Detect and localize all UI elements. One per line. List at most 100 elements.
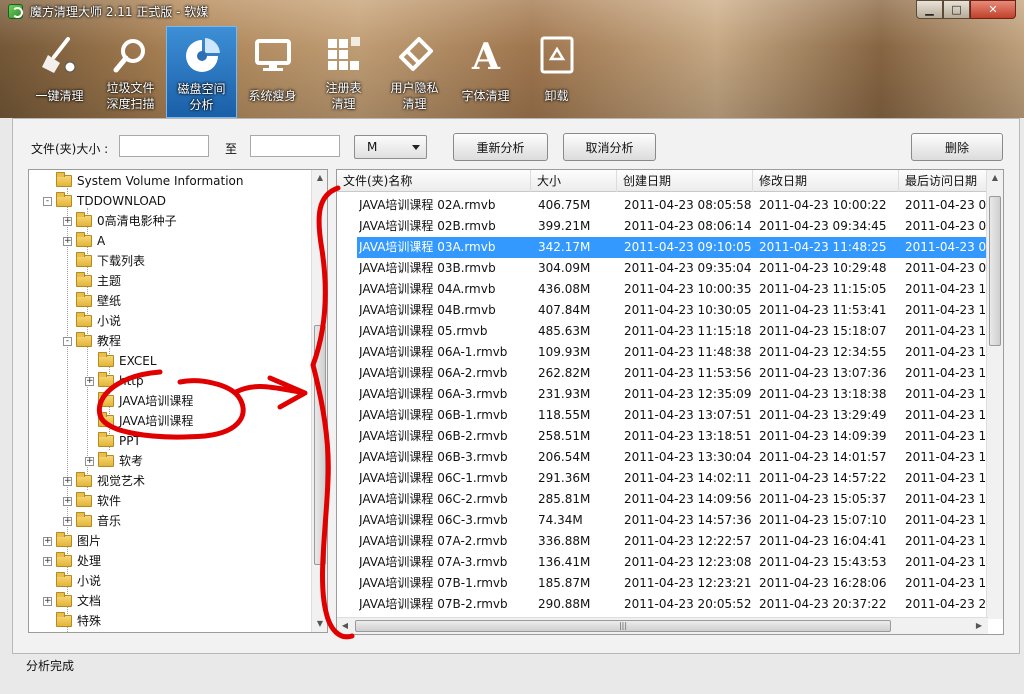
maximize-button[interactable]: □ bbox=[943, 0, 970, 19]
file-list[interactable]: 文件(夹)名称 大小 创建日期 修改日期 最后访问日期 JAVA培训课程 07B-2.r… bbox=[336, 169, 1004, 635]
expand-icon[interactable]: + bbox=[63, 496, 72, 506]
expand-icon[interactable]: + bbox=[85, 376, 94, 386]
tree-item[interactable]: + 音乐 bbox=[63, 511, 121, 531]
scroll-up-arrow-icon[interactable]: ▲ bbox=[987, 170, 1003, 186]
size-cell: 436.08M bbox=[538, 282, 591, 296]
tree-item[interactable]: JAVA培训课程 bbox=[85, 391, 193, 411]
table-row[interactable]: JAVA培训课程 06C-1.rmvb 291.36M 2011-04-23 14:… bbox=[357, 468, 988, 489]
max-size-input[interactable] bbox=[250, 135, 340, 157]
tree-item[interactable]: PPT bbox=[85, 431, 141, 451]
tree-item[interactable]: 小说 bbox=[43, 571, 101, 591]
column-header[interactable]: 文件(夹)名称 bbox=[337, 170, 531, 192]
tree-item[interactable]: System Volume Information bbox=[43, 171, 243, 191]
expand-icon[interactable]: + bbox=[63, 516, 72, 526]
table-row[interactable]: JAVA培训课程 04A.rmvb 436.08M 2011-04-23 10:00… bbox=[357, 279, 988, 300]
delete-button[interactable]: 删除 bbox=[911, 133, 1003, 161]
tree-item[interactable]: + 文档 bbox=[43, 591, 101, 611]
table-row[interactable]: JAVA培训课程 03B.rmvb 304.09M 2011-04-23 09:35… bbox=[357, 258, 988, 279]
tree-item[interactable]: +0高清电影种子 bbox=[63, 211, 177, 231]
folder-icon bbox=[56, 172, 72, 187]
tree-item[interactable]: + http bbox=[85, 371, 144, 391]
column-header[interactable]: 修改日期 bbox=[753, 170, 899, 192]
column-header[interactable]: 最后访问日期 bbox=[899, 170, 999, 192]
column-header[interactable]: 大小 bbox=[531, 170, 617, 192]
tree-item[interactable]: 特殊 bbox=[43, 611, 101, 631]
table-row[interactable]: JAVA培训课程 06B-2.rmvb 258.51M 2011-04-23 13:… bbox=[357, 426, 988, 447]
expand-icon[interactable]: + bbox=[43, 596, 52, 606]
tree-item[interactable]: EXCEL bbox=[85, 351, 157, 371]
minimize-button[interactable]: ▁ bbox=[916, 0, 943, 19]
table-row[interactable]: JAVA培训课程 02B.rmvb 399.21M 2011-04-23 08:06… bbox=[357, 216, 988, 237]
list-vertical-scrollbar[interactable]: ▲ bbox=[986, 170, 1003, 619]
expand-icon[interactable]: + bbox=[43, 536, 52, 546]
expand-icon[interactable]: + bbox=[63, 216, 72, 226]
scroll-up-arrow-icon[interactable]: ▲ bbox=[312, 170, 327, 186]
table-row[interactable]: JAVA培训课程 02A.rmvb 406.75M 2011-04-23 08:05… bbox=[357, 195, 988, 216]
expand-icon[interactable]: + bbox=[43, 556, 52, 566]
min-size-input[interactable] bbox=[119, 135, 209, 157]
scroll-left-arrow-icon[interactable]: ◀ bbox=[337, 618, 353, 634]
tree-item[interactable]: 工具 bbox=[43, 631, 101, 632]
scroll-right-arrow-icon[interactable]: ▶ bbox=[971, 618, 987, 634]
table-row[interactable]: JAVA培训课程 06A-3.rmvb 231.93M 2011-04-23 12:… bbox=[357, 384, 988, 405]
table-row[interactable]: JAVA培训课程 03A.rmvb 342.17M 2011-04-23 09:10… bbox=[357, 237, 988, 258]
table-row[interactable]: JAVA培训课程 07A-3.rmvb 136.41M 2011-04-23 12:… bbox=[357, 552, 988, 573]
table-row[interactable]: JAVA培训课程 06C-2.rmvb 285.81M 2011-04-23 14:… bbox=[357, 489, 988, 510]
reanalyze-button[interactable]: 重新分析 bbox=[453, 133, 548, 161]
folder-icon bbox=[98, 392, 114, 407]
tree-scroll-thumb[interactable] bbox=[314, 325, 326, 565]
tree-item[interactable]: + 软件 bbox=[63, 491, 121, 511]
tree-item[interactable]: JAVA培训课程 bbox=[85, 411, 193, 431]
table-row[interactable]: JAVA培训课程 06C-3.rmvb 74.34M 2011-04-23 14:5… bbox=[357, 510, 988, 531]
list-horizontal-scrollbar[interactable]: ◀ ||| ▶ bbox=[337, 617, 988, 634]
table-row[interactable]: JAVA培训课程 07B-2.rmvb 290.88M 2011-04-23 20:… bbox=[357, 594, 988, 615]
scroll-down-arrow-icon[interactable]: ▼ bbox=[312, 616, 327, 632]
toolbar-button-5[interactable]: 用户隐私 清理 bbox=[379, 26, 450, 118]
toolbar-button-6[interactable]: A 字体清理 bbox=[450, 26, 521, 118]
status-text: 分析完成 bbox=[26, 659, 75, 673]
accessed-cell: 2011-04-23 13 bbox=[905, 450, 988, 464]
table-row[interactable]: JAVA培训课程 07B-1.rmvb 185.87M 2011-04-23 12:… bbox=[357, 573, 988, 594]
tree-item[interactable]: 壁纸 bbox=[63, 291, 121, 311]
list-hscroll-thumb[interactable]: ||| bbox=[355, 620, 891, 632]
expand-icon[interactable]: + bbox=[63, 476, 72, 486]
tree-item[interactable]: - TDDOWNLOAD bbox=[43, 191, 166, 211]
close-button[interactable]: ✕ bbox=[970, 0, 1016, 19]
tree-item[interactable]: + 视觉艺术 bbox=[63, 471, 145, 491]
table-row[interactable]: JAVA培训课程 05.rmvb 485.63M 2011-04-23 11:15:… bbox=[357, 321, 988, 342]
created-cell: 2011-04-23 12:23:08 bbox=[624, 555, 752, 569]
table-row[interactable]: JAVA培训课程 06B-3.rmvb 206.54M 2011-04-23 13:… bbox=[357, 447, 988, 468]
table-row[interactable]: JAVA培训课程 07A-2.rmvb 336.88M 2011-04-23 12:… bbox=[357, 531, 988, 552]
collapse-icon[interactable]: - bbox=[43, 196, 52, 206]
expand-icon[interactable]: + bbox=[85, 456, 94, 466]
tree-scrollbar[interactable]: ▲ ▼ bbox=[311, 170, 327, 632]
folder-tree[interactable]: 工具特殊+文档小说+处理+图片+音乐+软件+视觉艺术+软考PPTJAVA培训课程… bbox=[28, 169, 328, 633]
table-row[interactable]: JAVA培训课程 06A-1.rmvb 109.93M 2011-04-23 11:… bbox=[357, 342, 988, 363]
toolbar-button-2[interactable]: 磁盘空间 分析 bbox=[166, 26, 237, 118]
toolbar-button-3[interactable]: 系统瘦身 bbox=[237, 26, 308, 118]
tree-item[interactable]: + A bbox=[63, 231, 105, 251]
tree-item[interactable]: - 教程 bbox=[63, 331, 121, 351]
toolbar-button-4[interactable]: 注册表 清理 bbox=[308, 26, 379, 118]
table-row[interactable]: JAVA培训课程 04B.rmvb 407.84M 2011-04-23 10:30… bbox=[357, 300, 988, 321]
tree-item[interactable]: 下载列表 bbox=[63, 251, 145, 271]
column-header[interactable]: 创建日期 bbox=[617, 170, 753, 192]
toolbar-button-1[interactable]: 垃圾文件 深度扫描 bbox=[95, 26, 166, 118]
list-scroll-thumb[interactable] bbox=[989, 196, 1001, 346]
tree-item[interactable]: 主题 bbox=[63, 271, 121, 291]
table-row[interactable]: JAVA培训课程 06A-2.rmvb 262.82M 2011-04-23 11:… bbox=[357, 363, 988, 384]
tree-item[interactable]: 小说 bbox=[63, 311, 121, 331]
file-name-cell: JAVA培训课程 07B-1.rmvb bbox=[359, 576, 508, 590]
expand-icon[interactable]: + bbox=[63, 236, 72, 246]
tree-item[interactable]: + 图片 bbox=[43, 531, 101, 551]
tree-item[interactable]: + 处理 bbox=[43, 551, 101, 571]
folder-icon bbox=[76, 212, 92, 227]
toolbar-button-0[interactable]: 一键清理 bbox=[24, 26, 95, 118]
size-unit-select[interactable]: M bbox=[354, 135, 427, 159]
collapse-icon[interactable]: - bbox=[63, 336, 72, 346]
toolbar-button-7[interactable]: 卸载 bbox=[521, 26, 592, 118]
tree-item[interactable]: + 软考 bbox=[85, 451, 143, 471]
accessed-cell: 2011-04-23 10 bbox=[905, 282, 988, 296]
table-row[interactable]: JAVA培训课程 06B-1.rmvb 118.55M 2011-04-23 13:… bbox=[357, 405, 988, 426]
cancel-analysis-button[interactable]: 取消分析 bbox=[563, 133, 656, 161]
